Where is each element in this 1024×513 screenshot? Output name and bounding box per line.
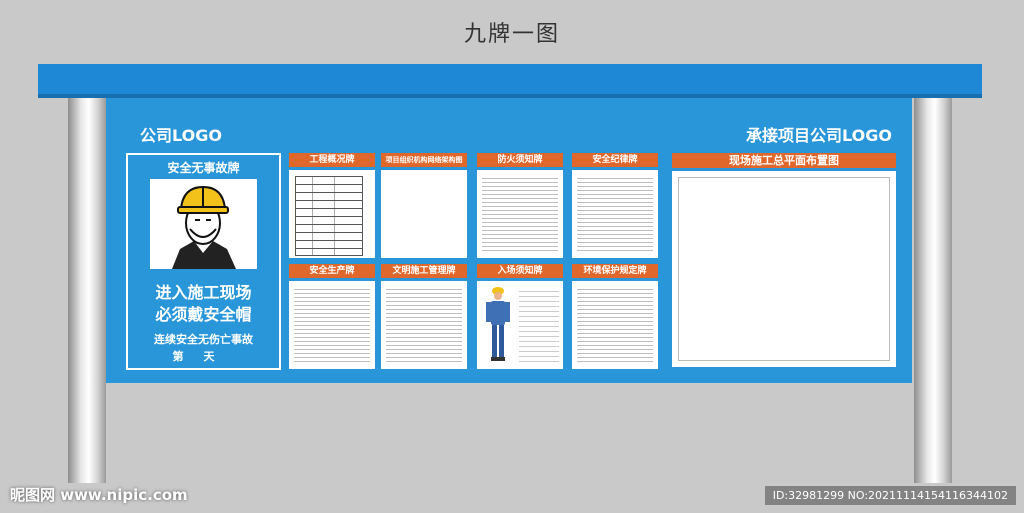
safety-line-2: 必须戴安全帽: [155, 305, 252, 324]
safety-sign-title: 安全无事故牌: [167, 161, 240, 175]
panel-environmental-protection: 环境保护规定牌: [572, 264, 658, 369]
panel-body: [572, 281, 658, 369]
panel-site-plan: 现场施工总平面布置图: [672, 153, 896, 367]
company-logo-right: 承接项目公司LOGO: [746, 126, 892, 145]
panel-body: [289, 170, 375, 258]
site-plan-body: [672, 171, 896, 367]
safety-day-counter: 第天: [172, 350, 235, 363]
watermark-right: ID:32981299 NO:20211114154116344102: [764, 486, 1016, 505]
panel-title: 现场施工总平面布置图: [672, 153, 896, 168]
right-pillar: [914, 98, 952, 483]
panel-title: 文明施工管理牌: [381, 264, 467, 278]
safety-line-1: 进入施工现场: [155, 283, 252, 302]
overview-table: [295, 176, 363, 256]
panel-entry-notice: 入场须知牌: [477, 264, 563, 369]
panel-title: 项目组织机构网络架构图: [381, 153, 467, 167]
panel-safety-production: 安全生产牌: [289, 264, 375, 369]
panel-title: 防火须知牌: [477, 153, 563, 167]
worker-icon: [150, 179, 257, 269]
roof-canopy: [38, 64, 982, 98]
safety-line-3: 连续安全无伤亡事故: [154, 333, 253, 346]
billboard: 公司LOGO 承接项目公司LOGO 安全无事故牌 进入施工现场 必须戴安全帽 连…: [106, 98, 912, 383]
safety-sign: 安全无事故牌 进入施工现场 必须戴安全帽 连续安全无伤亡事故 第天: [126, 153, 281, 370]
panel-body: [572, 170, 658, 258]
panel-org-chart: 项目组织机构网络架构图: [381, 153, 467, 258]
panel-title: 工程概况牌: [289, 153, 375, 167]
panel-title: 安全生产牌: [289, 264, 375, 278]
worker-figure-icon: [486, 287, 510, 361]
panel-title: 入场须知牌: [477, 264, 563, 278]
panel-title: 安全纪律牌: [572, 153, 658, 167]
panel-body: [289, 281, 375, 369]
watermark-left: 昵图网 www.nipic.com: [10, 486, 188, 504]
panel-civilized-construction: 文明施工管理牌: [381, 264, 467, 369]
panel-body: [381, 281, 467, 369]
panel-title: 环境保护规定牌: [572, 264, 658, 278]
company-logo-left: 公司LOGO: [140, 126, 222, 145]
left-pillar: [68, 98, 106, 483]
panel-safety-discipline: 安全纪律牌: [572, 153, 658, 258]
panel-body: [381, 170, 467, 258]
panel-fire-notice: 防火须知牌: [477, 153, 563, 258]
panel-body: [477, 170, 563, 258]
page-title: 九牌一图: [463, 22, 560, 47]
panel-project-overview: 工程概况牌: [289, 153, 375, 258]
panel-body: [477, 281, 563, 369]
worker-helmet-illustration: [150, 179, 257, 269]
